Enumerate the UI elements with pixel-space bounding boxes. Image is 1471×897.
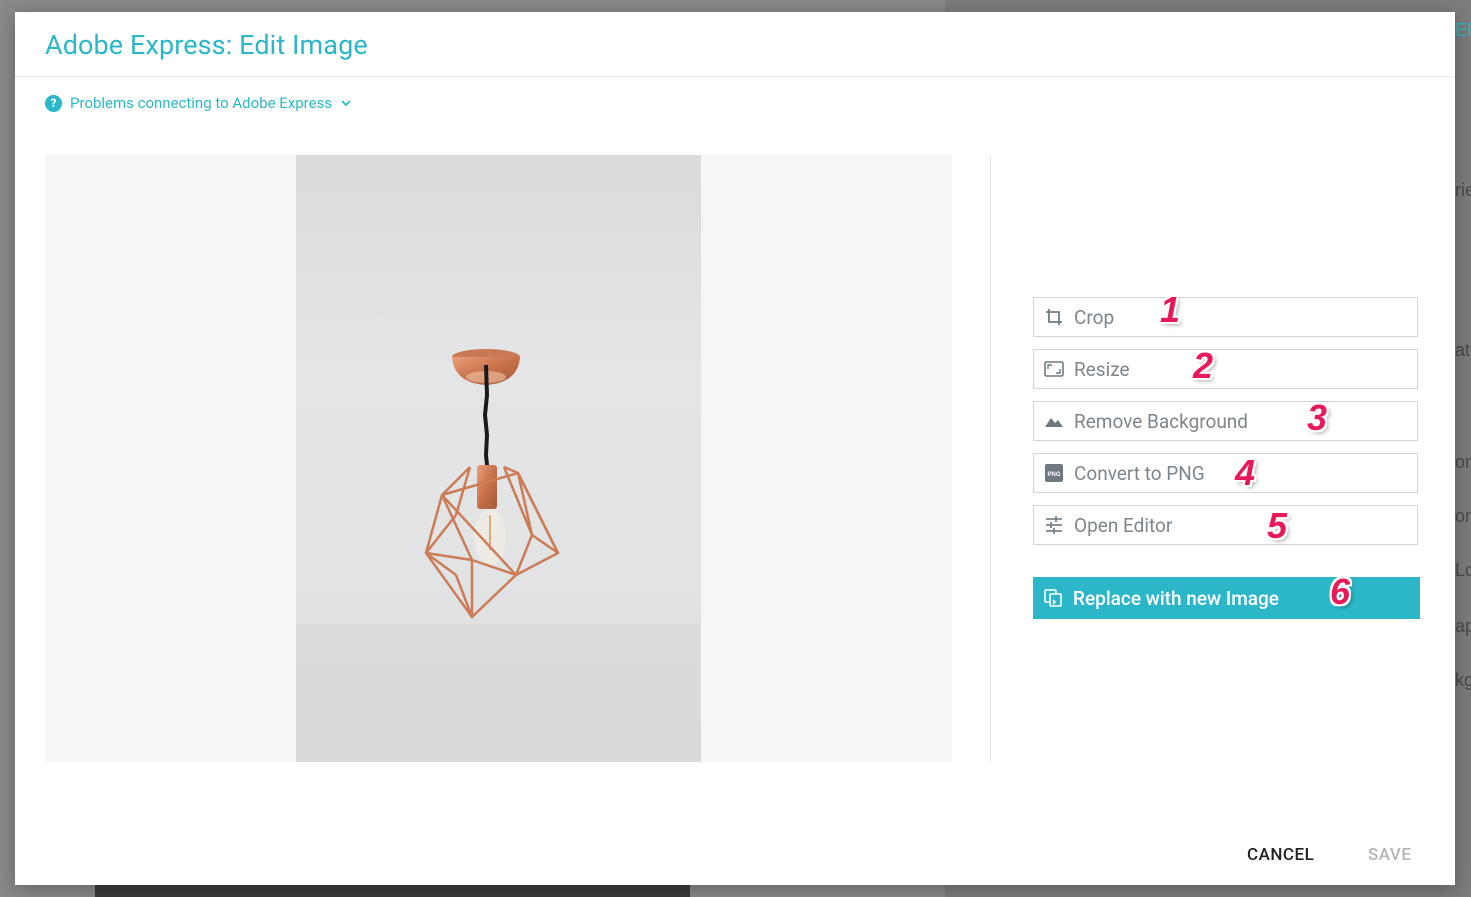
edit-image-dialog: Adobe Express: Edit Image ? Problems con…	[15, 12, 1455, 885]
convert-to-png-button[interactable]: PNG Convert to PNG	[1033, 453, 1418, 493]
convert-to-png-label: Convert to PNG	[1074, 461, 1205, 485]
remove-background-button[interactable]: Remove Background	[1033, 401, 1418, 441]
background-fragment: kg	[1455, 670, 1471, 690]
save-button[interactable]: SAVE	[1368, 845, 1411, 865]
background-fragment: on	[1455, 452, 1471, 472]
crop-label: Crop	[1074, 305, 1115, 329]
svg-text:PNG: PNG	[1047, 472, 1060, 478]
remove-background-label: Remove Background	[1074, 409, 1249, 433]
background-fragment: Lo	[1455, 560, 1471, 580]
background-fragment: EF	[1455, 20, 1471, 40]
resize-button[interactable]: Resize	[1033, 349, 1418, 389]
png-icon: PNG	[1044, 463, 1064, 483]
open-editor-button[interactable]: Open Editor	[1033, 505, 1418, 545]
resize-label: Resize	[1074, 357, 1130, 381]
resize-icon	[1044, 359, 1064, 379]
mountain-icon	[1044, 411, 1064, 431]
open-editor-label: Open Editor	[1074, 513, 1173, 537]
chevron-down-icon[interactable]	[341, 98, 351, 108]
annotation-badge-4: 4	[1235, 452, 1256, 493]
background-strip	[95, 885, 690, 897]
background-fragment: rie	[1455, 180, 1471, 200]
replace-image-label: Replace with new Image	[1073, 586, 1279, 610]
replace-image-button[interactable]: Replace with new Image	[1033, 577, 1420, 619]
replace-icon	[1043, 588, 1063, 608]
background-fragment: on	[1455, 506, 1471, 526]
help-link-text[interactable]: Problems connecting to Adobe Express	[70, 94, 332, 112]
annotation-badge-2: 2	[1193, 345, 1214, 386]
connection-help-toggle[interactable]: ? Problems connecting to Adobe Express	[45, 94, 351, 112]
cancel-button[interactable]: CANCEL	[1247, 845, 1314, 865]
annotation-badge-6: 6	[1330, 571, 1351, 612]
sliders-icon	[1044, 515, 1064, 535]
background-fragment: ap	[1455, 616, 1471, 636]
annotation-badge-3: 3	[1307, 397, 1328, 438]
dialog-title: Adobe Express: Edit Image	[45, 29, 368, 61]
pendant-lamp-image	[296, 349, 701, 762]
background-fragment: ate	[1455, 340, 1471, 360]
annotation-badge-1: 1	[1160, 289, 1181, 330]
crop-icon	[1044, 307, 1064, 327]
annotation-badge-5: 5	[1267, 505, 1288, 546]
question-circle-icon: ?	[45, 94, 62, 112]
dialog-header: Adobe Express: Edit Image	[15, 12, 1455, 77]
image-preview	[45, 155, 952, 762]
crop-button[interactable]: Crop	[1033, 297, 1418, 337]
vertical-divider	[990, 155, 991, 762]
preview-photo	[296, 155, 701, 762]
